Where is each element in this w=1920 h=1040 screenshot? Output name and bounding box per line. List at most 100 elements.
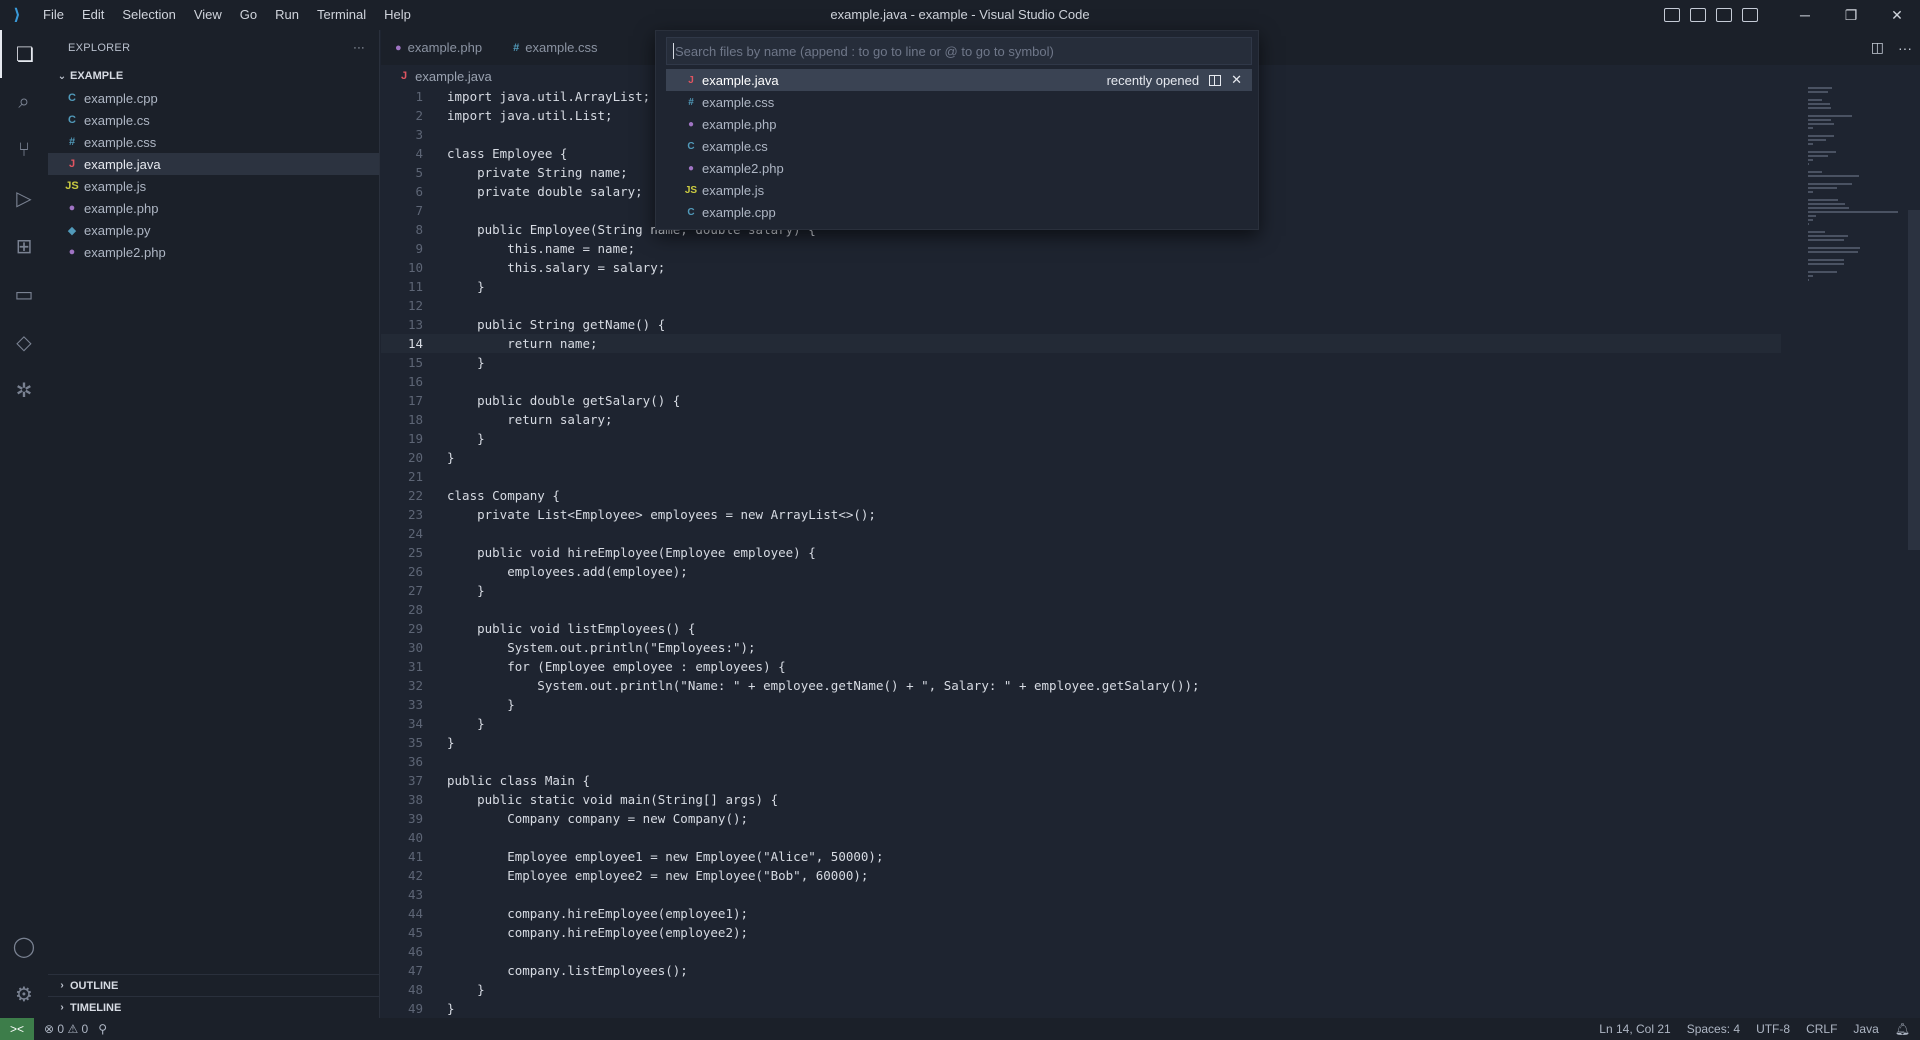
- run-debug-icon[interactable]: ▷: [0, 174, 48, 222]
- problems-indicator[interactable]: ⊗ 0 ⚠ 0: [44, 1022, 88, 1036]
- code-line: 28: [381, 600, 1781, 619]
- ports-icon[interactable]: ⚲: [98, 1022, 107, 1036]
- chevron-down-icon: ⌄: [57, 70, 67, 82]
- explorer-icon[interactable]: ❏: [0, 30, 48, 78]
- line-number: 7: [415, 203, 423, 218]
- remove-from-history-icon[interactable]: ✕: [1231, 72, 1242, 88]
- menu-selection[interactable]: Selection: [113, 0, 184, 30]
- file-item[interactable]: ● example2.php: [48, 241, 379, 263]
- line-number: 3: [415, 127, 423, 142]
- minimap-line: [1808, 247, 1861, 249]
- code-line: 18 return salary;: [381, 410, 1781, 429]
- line-ending[interactable]: CRLF: [1806, 1022, 1837, 1036]
- line-number: 18: [407, 412, 423, 427]
- menu-edit[interactable]: Edit: [73, 0, 113, 30]
- line-source: Employee employee2 = new Employee("Bob",…: [447, 868, 869, 883]
- quick-open-item[interactable]: Jexample.java recently opened ✕: [666, 69, 1252, 91]
- source-control-icon[interactable]: ⑂: [0, 126, 48, 174]
- file-name: example2.php: [84, 244, 166, 260]
- quick-open-item[interactable]: ● example2.php: [666, 157, 1252, 179]
- notifications-bell-icon[interactable]: 🔔︎: [1895, 1022, 1910, 1036]
- quick-open-item[interactable]: # example.css: [666, 91, 1252, 113]
- window-controls: ─ ❐ ✕: [1782, 0, 1920, 30]
- indentation[interactable]: Spaces: 4: [1687, 1022, 1740, 1036]
- remote-indicator-icon[interactable]: ><: [0, 1018, 34, 1040]
- quick-open-item[interactable]: JS example.js: [666, 179, 1252, 201]
- file-item[interactable]: Cexample.cpp: [48, 87, 379, 109]
- minimap-line: [1808, 139, 1826, 141]
- minimize-icon[interactable]: ─: [1782, 0, 1828, 30]
- code-line: 42 Employee employee2 = new Employee("Bo…: [381, 866, 1781, 885]
- gitlab-icon[interactable]: ◇: [0, 318, 48, 366]
- line-source: Employee employee1 = new Employee("Alice…: [447, 849, 884, 864]
- line-number: 10: [407, 260, 423, 275]
- file-item[interactable]: Cexample.cs: [48, 109, 379, 131]
- extensions-icon[interactable]: ⊞: [0, 222, 48, 270]
- line-number: 46: [407, 944, 423, 959]
- quick-open-item[interactable]: ● example.php: [666, 113, 1252, 135]
- line-source: public static void main(String[] args) {: [447, 792, 779, 807]
- minimap-line: [1808, 183, 1853, 185]
- file-item[interactable]: ● example.php: [48, 197, 379, 219]
- close-icon[interactable]: ✕: [1874, 0, 1920, 30]
- menu-view[interactable]: View: [185, 0, 231, 30]
- editor-scrollbar[interactable]: [1908, 210, 1920, 550]
- menu-help[interactable]: Help: [375, 0, 420, 30]
- code-line: 43: [381, 885, 1781, 904]
- line-number: 1: [415, 89, 423, 104]
- search-icon[interactable]: ⌕: [0, 78, 48, 126]
- line-source: public double getSalary() {: [447, 393, 681, 408]
- timeline-section[interactable]: › TIMELINE: [48, 996, 379, 1018]
- file-item[interactable]: # example.css: [48, 131, 379, 153]
- accounts-icon[interactable]: ◯: [0, 922, 48, 970]
- quick-open-item[interactable]: Cexample.cs: [666, 135, 1252, 157]
- text-caret: [673, 43, 674, 59]
- code-line: 11 }: [381, 277, 1781, 296]
- file-name: example.cpp: [84, 90, 158, 106]
- toggle-secondary-sidebar-icon[interactable]: [1716, 8, 1732, 22]
- outline-label: OUTLINE: [70, 979, 119, 992]
- line-source: company.hireEmployee(employee1);: [447, 906, 749, 921]
- quick-open-item-label: example.cs: [702, 138, 768, 154]
- quick-open-item[interactable]: Cexample.cpp: [666, 201, 1252, 223]
- outline-section[interactable]: › OUTLINE: [48, 974, 379, 996]
- menu-file[interactable]: File: [34, 0, 73, 30]
- restore-icon[interactable]: ❐: [1828, 0, 1874, 30]
- split-editor-icon[interactable]: ◫: [1871, 39, 1884, 56]
- cursor-position[interactable]: Ln 14, Col 21: [1599, 1022, 1670, 1036]
- customize-layout-icon[interactable]: [1742, 8, 1758, 22]
- menu-run[interactable]: Run: [266, 0, 308, 30]
- more-actions-icon[interactable]: ···: [353, 42, 365, 54]
- minimap[interactable]: [1808, 87, 1908, 281]
- more-actions-icon[interactable]: ···: [1898, 40, 1912, 56]
- kubernetes-icon[interactable]: ✲: [0, 366, 48, 414]
- remote-explorer-icon[interactable]: ▭: [0, 270, 48, 318]
- file-item[interactable]: JS example.js: [48, 175, 379, 197]
- quick-open-item-label: example.php: [702, 116, 777, 132]
- open-to-side-icon[interactable]: [1209, 74, 1222, 86]
- line-source: System.out.println("Name: " + employee.g…: [447, 678, 1200, 693]
- code-line: 44 company.hireEmployee(employee1);: [381, 904, 1781, 923]
- toggle-primary-sidebar-icon[interactable]: [1664, 8, 1680, 22]
- file-name: example.css: [84, 134, 157, 150]
- menu-terminal[interactable]: Terminal: [308, 0, 375, 30]
- toggle-panel-icon[interactable]: [1690, 8, 1706, 22]
- file-item[interactable]: ◆ example.py: [48, 219, 379, 241]
- minimap-line: [1808, 275, 1813, 277]
- folder-example[interactable]: ⌄ EXAMPLE: [48, 65, 379, 87]
- editor-tab[interactable]: ● example.php: [381, 30, 500, 65]
- file-type-icon: ●: [68, 202, 76, 214]
- minimap-line: [1808, 235, 1848, 237]
- code-line: 49}: [381, 999, 1781, 1018]
- manage-gear-icon[interactable]: ⚙: [0, 970, 48, 1018]
- editor-tab[interactable]: # example.css: [499, 30, 615, 65]
- quick-open-item-label: example.java: [702, 72, 779, 88]
- line-source: }: [447, 450, 455, 465]
- code-line: 10 this.salary = salary;: [381, 258, 1781, 277]
- file-item[interactable]: Jexample.java: [48, 153, 379, 175]
- quick-open-input[interactable]: Search files by name (append : to go to …: [666, 37, 1252, 65]
- encoding[interactable]: UTF-8: [1756, 1022, 1790, 1036]
- language-mode[interactable]: Java: [1853, 1022, 1878, 1036]
- breadcrumb-file[interactable]: example.java: [415, 69, 492, 84]
- menu-go[interactable]: Go: [231, 0, 266, 30]
